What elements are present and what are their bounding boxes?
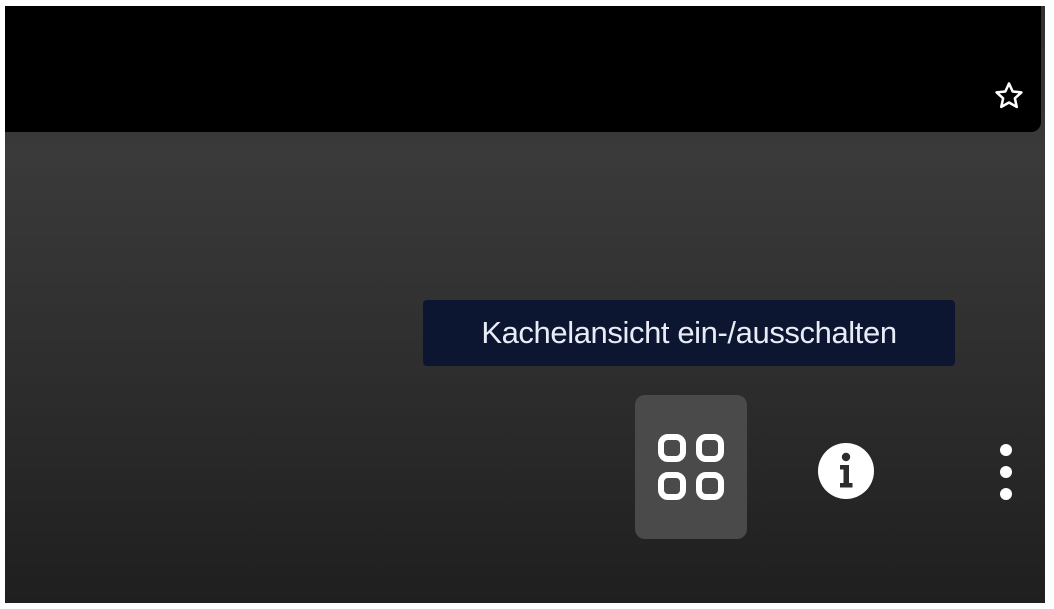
screen: Kachelansicht ein-/ausschalten [0,0,1054,609]
tile-view-toggle-button[interactable] [635,395,747,539]
favorite-button[interactable] [991,78,1027,114]
more-vertical-icon [1000,444,1012,500]
viewer-panel: Kachelansicht ein-/ausschalten [5,6,1045,603]
tooltip: Kachelansicht ein-/ausschalten [423,300,955,366]
info-button[interactable] [813,438,879,504]
star-outline-icon [995,82,1023,109]
tooltip-text: Kachelansicht ein-/ausschalten [481,315,897,350]
info-circle-icon [818,443,874,499]
grid-2x2-icon [658,434,724,500]
top-bar [5,6,1041,132]
more-options-button[interactable] [989,432,1023,512]
